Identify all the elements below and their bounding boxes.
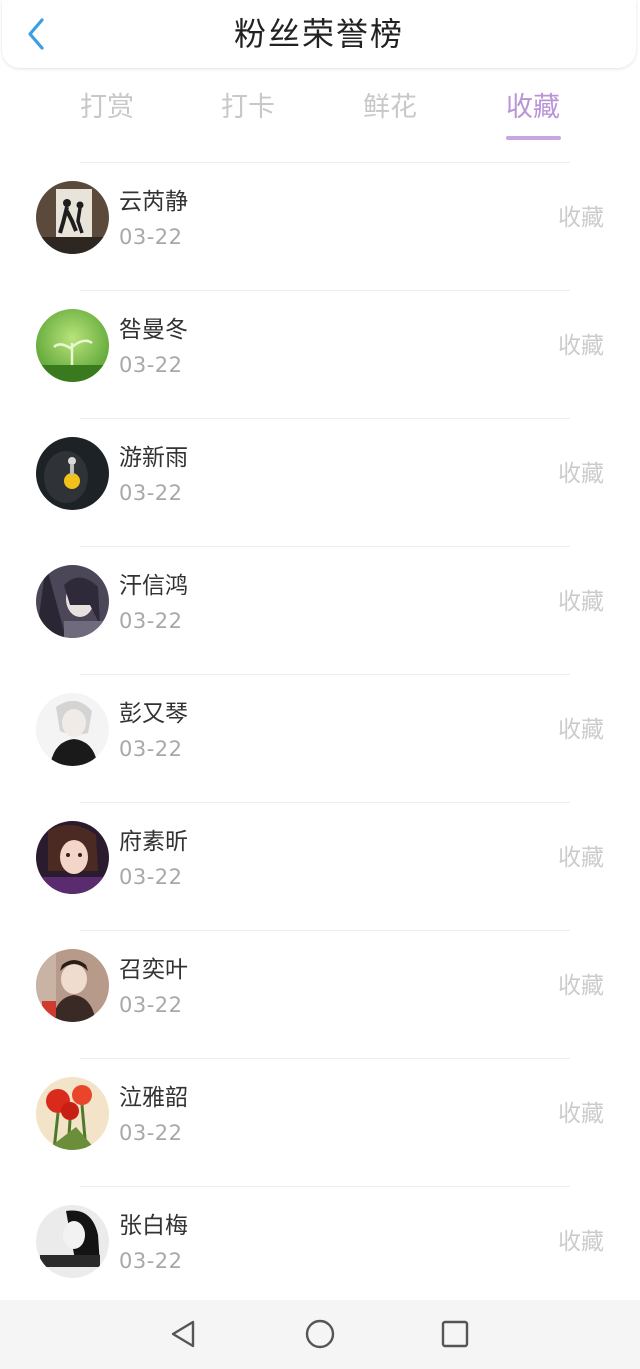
fan-date: 03-22 [119, 1121, 183, 1145]
list-item[interactable]: 汗信鸿 03-22 收藏 [0, 546, 640, 674]
avatar[interactable] [36, 1077, 109, 1150]
fan-date: 03-22 [119, 1249, 183, 1273]
favorite-action[interactable]: 收藏 [558, 1226, 604, 1258]
favorite-action[interactable]: 收藏 [558, 586, 604, 618]
circle-home-icon [305, 1319, 335, 1349]
avatar[interactable] [36, 181, 109, 254]
fan-date: 03-22 [119, 737, 183, 761]
avatar[interactable] [36, 309, 109, 382]
fan-name: 游新雨 [119, 445, 188, 471]
list-item[interactable]: 游新雨 03-22 收藏 [0, 418, 640, 546]
fan-name: 召奕叶 [119, 957, 188, 983]
nav-home-button[interactable] [300, 1316, 340, 1352]
avatar[interactable] [36, 437, 109, 510]
fan-name: 张白梅 [119, 1213, 188, 1239]
fan-date: 03-22 [119, 609, 183, 633]
list-item[interactable]: 咎曼冬 03-22 收藏 [0, 290, 640, 418]
triangle-back-icon [171, 1320, 195, 1348]
divider [80, 162, 570, 163]
divider [80, 418, 570, 419]
fan-name: 汗信鸿 [119, 573, 188, 599]
list-item[interactable]: 彭又琴 03-22 收藏 [0, 674, 640, 802]
tab-flowers[interactable]: 鲜花 [340, 88, 440, 128]
list-item[interactable]: 张白梅 03-22 收藏 [0, 1186, 640, 1314]
divider [80, 1058, 570, 1059]
divider [80, 930, 570, 931]
avatar[interactable] [36, 693, 109, 766]
tab-favorites[interactable]: 收藏 [483, 88, 583, 128]
divider [80, 546, 570, 547]
divider [80, 802, 570, 803]
favorite-action[interactable]: 收藏 [558, 330, 604, 362]
fan-name: 府素昕 [119, 829, 188, 855]
fan-list: 云芮静 03-22 收藏 咎曼冬 03-22 收藏 游新雨 03-22 收藏 汗… [0, 162, 640, 1314]
fan-name: 咎曼冬 [119, 317, 188, 343]
divider [80, 1186, 570, 1187]
favorite-action[interactable]: 收藏 [558, 842, 604, 874]
fan-date: 03-22 [119, 865, 183, 889]
tab-reward[interactable]: 打赏 [57, 88, 157, 128]
list-item[interactable]: 召奕叶 03-22 收藏 [0, 930, 640, 1058]
square-recent-icon [441, 1320, 469, 1348]
favorite-action[interactable]: 收藏 [558, 458, 604, 490]
list-item[interactable]: 云芮静 03-22 收藏 [0, 162, 640, 290]
favorite-action[interactable]: 收藏 [558, 1098, 604, 1130]
list-item[interactable]: 府素昕 03-22 收藏 [0, 802, 640, 930]
avatar[interactable] [36, 821, 109, 894]
nav-back-button[interactable] [163, 1316, 203, 1352]
fan-date: 03-22 [119, 353, 183, 377]
divider [80, 290, 570, 291]
tab-checkin[interactable]: 打卡 [198, 88, 298, 128]
list-item[interactable]: 泣雅韶 03-22 收藏 [0, 1058, 640, 1186]
divider [80, 674, 570, 675]
fan-date: 03-22 [119, 225, 183, 249]
favorite-action[interactable]: 收藏 [558, 714, 604, 746]
fan-date: 03-22 [119, 481, 183, 505]
fan-name: 彭又琴 [119, 701, 188, 727]
fan-date: 03-22 [119, 993, 183, 1017]
avatar[interactable] [36, 949, 109, 1022]
fan-name: 云芮静 [119, 189, 188, 215]
page-title: 粉丝荣誉榜 [233, 15, 404, 53]
favorite-action[interactable]: 收藏 [558, 970, 604, 1002]
favorite-action[interactable]: 收藏 [558, 202, 604, 234]
avatar[interactable] [36, 1205, 109, 1278]
active-tab-indicator [506, 136, 561, 140]
avatar[interactable] [36, 565, 109, 638]
system-navigation-bar [0, 1300, 640, 1369]
fan-name: 泣雅韶 [119, 1085, 188, 1111]
header-bar: 粉丝荣誉榜 [2, 0, 636, 68]
nav-recent-button[interactable] [435, 1316, 475, 1352]
